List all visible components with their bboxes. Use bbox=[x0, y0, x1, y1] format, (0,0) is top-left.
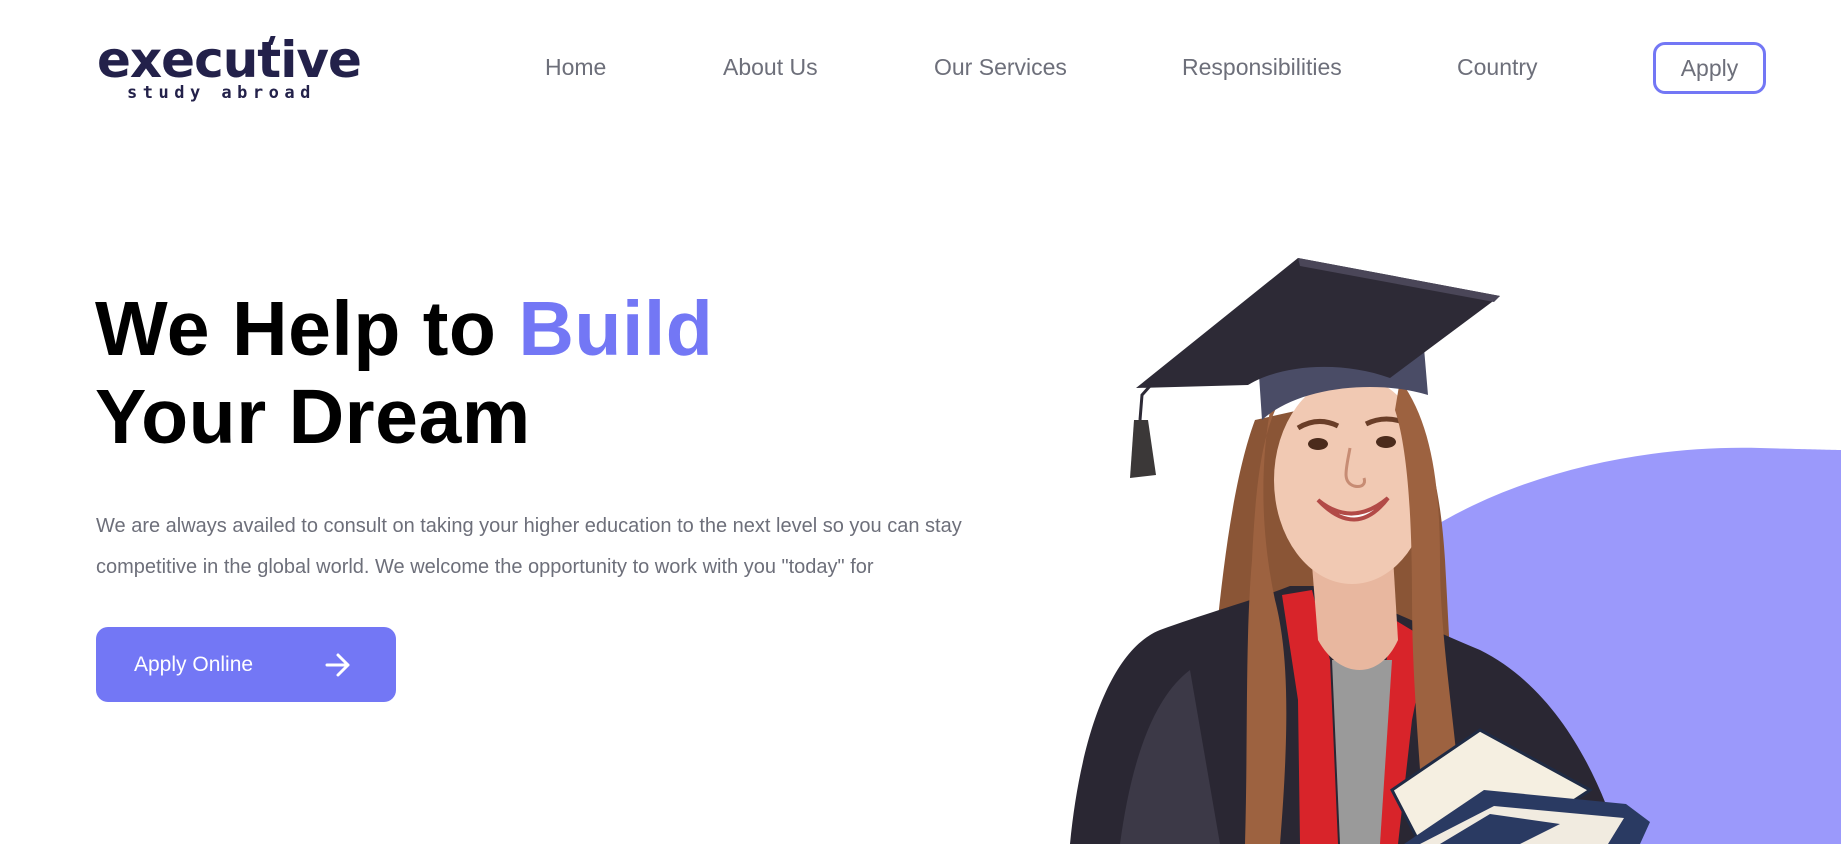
graduate-student-image bbox=[1070, 258, 1841, 844]
nav-about-us[interactable]: About Us bbox=[723, 52, 818, 82]
hero-title-accent: Build bbox=[518, 286, 714, 372]
arrow-right-icon bbox=[325, 653, 350, 677]
hero-description: We are always availed to consult on taki… bbox=[96, 515, 962, 578]
nav-our-services[interactable]: Our Services bbox=[934, 52, 1067, 82]
apply-online-button[interactable]: Apply Online bbox=[96, 627, 396, 702]
hero-title-part2: Your Dream bbox=[95, 374, 531, 460]
tassel bbox=[1130, 420, 1156, 478]
hero-title-part1: We Help to bbox=[95, 286, 519, 372]
apply-online-label: Apply Online bbox=[134, 653, 254, 676]
nav-home[interactable]: Home bbox=[545, 52, 606, 82]
brand-logo[interactable]: executive study abroad bbox=[97, 30, 362, 108]
hero-title: We Help to Build Your Dream bbox=[95, 285, 713, 461]
page: executive study abroad Home About Us Our… bbox=[0, 0, 1841, 844]
tassel-cord bbox=[1138, 385, 1152, 421]
nav-country[interactable]: Country bbox=[1457, 52, 1538, 82]
apply-button[interactable]: Apply bbox=[1653, 42, 1766, 94]
brand-name: executive bbox=[97, 31, 362, 89]
brand-tagline: study abroad bbox=[127, 83, 316, 103]
nav-responsibilities[interactable]: Responsibilities bbox=[1182, 52, 1342, 82]
